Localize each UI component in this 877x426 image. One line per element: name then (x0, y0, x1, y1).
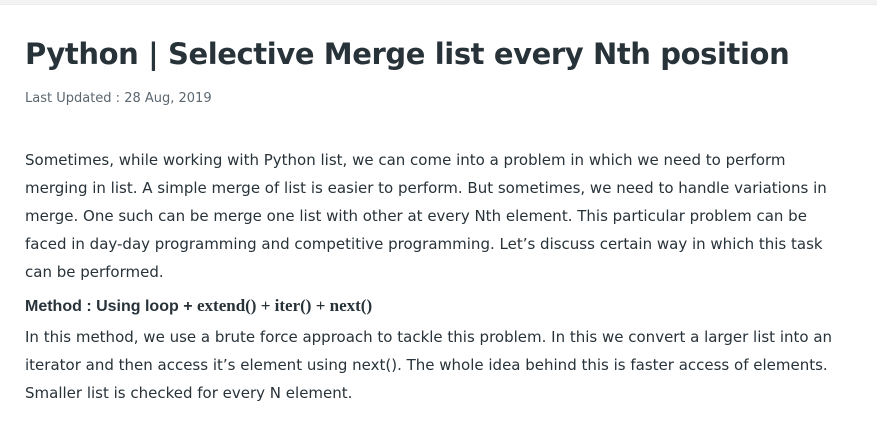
intro-line: Sometimes, while working with Python lis… (25, 151, 786, 169)
method-line: Smaller list is checked for every N elem… (25, 384, 353, 402)
intro-line: merge. One such can be merge one list wi… (25, 207, 807, 225)
intro-line: can be performed. (25, 263, 164, 281)
method-line: In this method, we use a brute force app… (25, 328, 833, 346)
method-paragraph: In this method, we use a brute force app… (25, 323, 845, 407)
method-heading-label: Method : Using loop + (25, 298, 197, 315)
method-line: iterator and then access it’s element us… (25, 356, 828, 374)
article: Python | Selective Merge list every Nth … (25, 34, 845, 407)
method-heading: Method : Using loop + extend() + iter() … (25, 294, 845, 319)
top-border (0, 0, 877, 5)
page-title: Python | Selective Merge list every Nth … (25, 37, 790, 71)
last-updated-date: Last Updated : 28 Aug, 2019 (25, 91, 212, 106)
intro-line: faced in day-day programming and competi… (25, 235, 823, 253)
intro-paragraph: Sometimes, while working with Python lis… (25, 146, 845, 286)
intro-line: merging in list. A simple merge of list … (25, 179, 827, 197)
method-heading-functions: extend() + iter() + next() (196, 296, 373, 315)
